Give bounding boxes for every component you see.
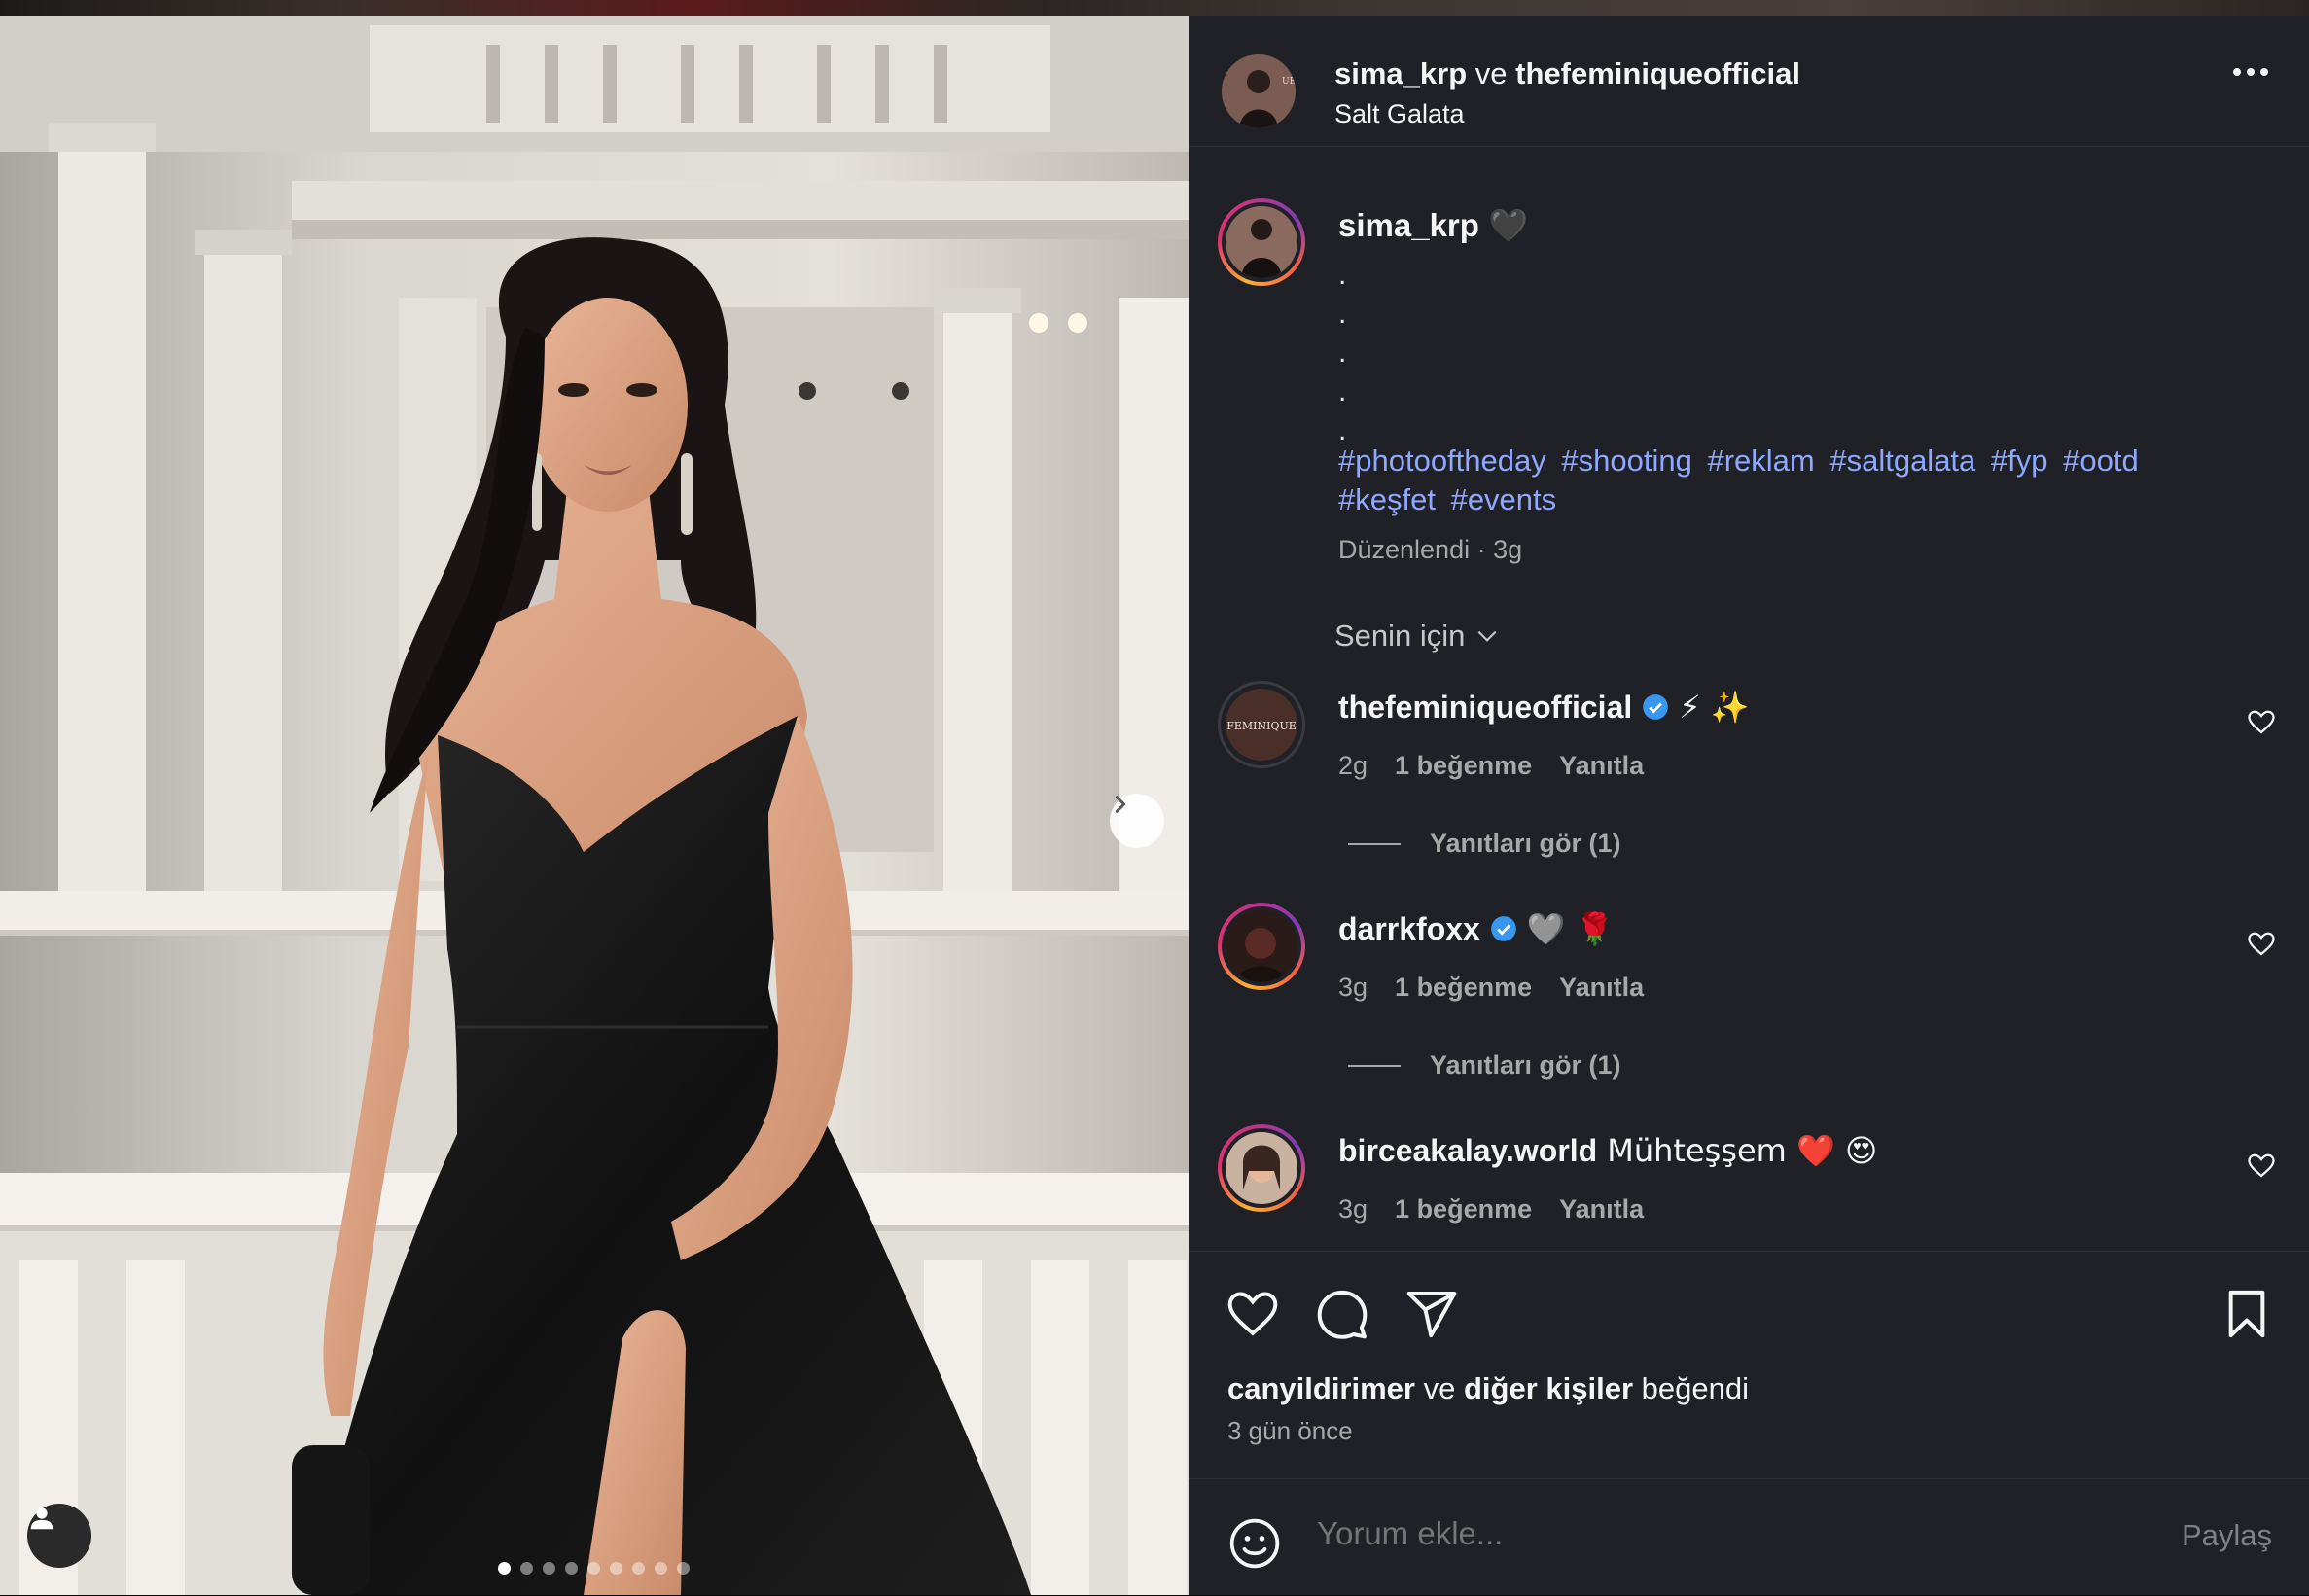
connector-text: ve	[1474, 56, 1508, 90]
likes-suffix: beğendi	[1641, 1371, 1749, 1405]
comment-likes[interactable]: 1 beğenme	[1395, 1194, 1532, 1224]
comment-icon[interactable]	[1315, 1287, 1369, 1341]
comment-username[interactable]: thefeminiqueofficial	[1338, 690, 1632, 726]
carousel-indicator	[498, 1562, 690, 1575]
carousel-next-button[interactable]	[1110, 794, 1164, 848]
comment-like-heart-icon[interactable]	[2247, 708, 2276, 737]
location-link[interactable]: Salt Galata	[1334, 99, 1465, 129]
background-strip	[0, 0, 2309, 16]
comment-like-heart-icon[interactable]	[2247, 1152, 2276, 1181]
reply-button[interactable]: Yanıtla	[1559, 751, 1644, 781]
hashtag-link[interactable]: #ootd	[2063, 443, 2139, 478]
hashtag-link[interactable]: #fyp	[1991, 443, 2048, 478]
hashtag-link[interactable]: #saltgalata	[1829, 443, 1975, 478]
caption-emoji: 🖤	[1488, 206, 1529, 244]
likes-summary: canyildirimer ve diğer kişiler beğendi	[1227, 1371, 1749, 1406]
comment-text: Mühteşşem ❤️ 😍	[1607, 1132, 1878, 1169]
hashtag-link[interactable]: #events	[1451, 482, 1557, 516]
bookmark-icon[interactable]	[2220, 1287, 2274, 1341]
post-timestamp[interactable]: 3 gün önce	[1227, 1416, 1353, 1446]
comment-input[interactable]	[1315, 1514, 2116, 1553]
verified-badge-icon	[1643, 694, 1669, 720]
comments-filter-label: Senin için	[1334, 619, 1466, 653]
caption-hashtags: #photooftheday #shooting #reklam #saltga…	[1338, 442, 2214, 519]
comments-filter-dropdown[interactable]: Senin için	[1334, 619, 1500, 654]
view-replies-button[interactable]: Yanıtları gör (1)	[1348, 1050, 1621, 1081]
comment-meta: 3g 1 beğenme Yanıtla	[1338, 973, 1644, 1003]
tagged-users-button[interactable]	[27, 1504, 91, 1568]
comment-row: thefeminiqueofficial ⚡ ✨	[1338, 689, 1750, 726]
caption-dot: .	[1338, 298, 1347, 330]
hashtag-link[interactable]: #shooting	[1561, 443, 1691, 478]
hashtag-link[interactable]: #photooftheday	[1338, 443, 1546, 478]
comment-meta: 2g 1 beğenme Yanıtla	[1338, 751, 1644, 781]
comment-username[interactable]: birceakalay.world	[1338, 1133, 1597, 1169]
comment-likes[interactable]: 1 beğenme	[1395, 751, 1532, 781]
chevron-right-icon	[1115, 796, 1126, 813]
hashtag-link[interactable]: #reklam	[1707, 443, 1814, 478]
reply-button[interactable]: Yanıtla	[1559, 973, 1644, 1003]
comment-age: 3g	[1338, 1194, 1368, 1224]
comment-avatar[interactable]	[1218, 1124, 1305, 1212]
hashtag-link[interactable]: #keşfet	[1338, 482, 1436, 516]
comment-likes[interactable]: 1 beğenme	[1395, 973, 1532, 1003]
caption-username-row: sima_krp 🖤	[1338, 206, 1528, 245]
view-replies-button[interactable]: Yanıtları gör (1)	[1348, 829, 1621, 859]
verified-badge-icon	[1491, 916, 1516, 941]
carousel-dot	[655, 1562, 667, 1575]
caption-avatar	[1226, 206, 1297, 278]
user-tag-icon	[30, 1507, 53, 1530]
avatar-logo-text: FEMINIQUE	[1226, 720, 1297, 732]
comment-age: 3g	[1338, 973, 1368, 1002]
post-media[interactable]	[0, 16, 1189, 1595]
carousel-dot	[498, 1562, 511, 1575]
author-username[interactable]: sima_krp	[1334, 56, 1467, 90]
carousel-dot	[565, 1562, 578, 1575]
comment-username[interactable]: darrkfoxx	[1338, 911, 1480, 947]
carousel-dot	[677, 1562, 690, 1575]
view-replies-label: Yanıtları gör (1)	[1430, 1050, 1621, 1080]
reply-button[interactable]: Yanıtla	[1559, 1194, 1644, 1224]
post-photo	[0, 16, 1189, 1595]
more-options-icon[interactable]	[2233, 68, 2268, 76]
add-comment-bar: Paylaş	[1189, 1478, 2309, 1596]
comment-avatar[interactable]: FEMINIQUE	[1218, 681, 1305, 768]
carousel-dot	[543, 1562, 555, 1575]
post-header-title: sima_krp ve thefeminiqueofficial	[1334, 56, 1800, 91]
avatar-logo-text: UE	[1282, 77, 1296, 87]
comment-text: ⚡ ✨	[1679, 689, 1750, 726]
carousel-dot	[610, 1562, 622, 1575]
caption-dot: .	[1338, 259, 1347, 291]
other-likers-link[interactable]: diğer kişiler	[1464, 1371, 1633, 1405]
liker-username[interactable]: canyildirimer	[1227, 1371, 1415, 1405]
comment-text: 🩶 🌹	[1526, 910, 1615, 947]
heart-icon[interactable]	[1226, 1287, 1280, 1341]
send-icon[interactable]	[1404, 1287, 1459, 1341]
comment-avatar[interactable]	[1218, 903, 1305, 990]
comment-row: birceakalay.world Mühteşşem ❤️ 😍	[1338, 1132, 1877, 1169]
author-avatar[interactable]: UE	[1222, 54, 1296, 128]
likes-connector: ve	[1423, 1371, 1456, 1405]
comment-row: darrkfoxx 🩶 🌹	[1338, 910, 1615, 947]
caption-username[interactable]: sima_krp	[1338, 207, 1479, 243]
comment-meta: 3g 1 beğenme Yanıtla	[1338, 1194, 1644, 1224]
caption-dot: .	[1338, 337, 1347, 369]
comment-age: 2g	[1338, 751, 1368, 780]
chevron-down-icon	[1477, 630, 1497, 642]
post-details-panel: UE sima_krp ve thefeminiqueofficial Salt…	[1189, 16, 2309, 1595]
carousel-dot	[587, 1562, 600, 1575]
emoji-icon[interactable]	[1227, 1516, 1282, 1571]
post-comment-button[interactable]: Paylaş	[2182, 1518, 2272, 1553]
comment-like-heart-icon[interactable]	[2247, 930, 2276, 959]
caption-dot: .	[1338, 375, 1347, 408]
post-header: UE sima_krp ve thefeminiqueofficial Salt…	[1189, 16, 2309, 147]
caption-avatar-ring[interactable]	[1218, 198, 1305, 286]
post-actions-bar	[1189, 1251, 2309, 1339]
caption-meta: Düzenlendi · 3g	[1338, 535, 1523, 564]
carousel-dot	[632, 1562, 645, 1575]
view-replies-label: Yanıtları gör (1)	[1430, 829, 1621, 858]
collaborator-username[interactable]: thefeminiqueofficial	[1515, 56, 1800, 90]
carousel-dot	[520, 1562, 533, 1575]
